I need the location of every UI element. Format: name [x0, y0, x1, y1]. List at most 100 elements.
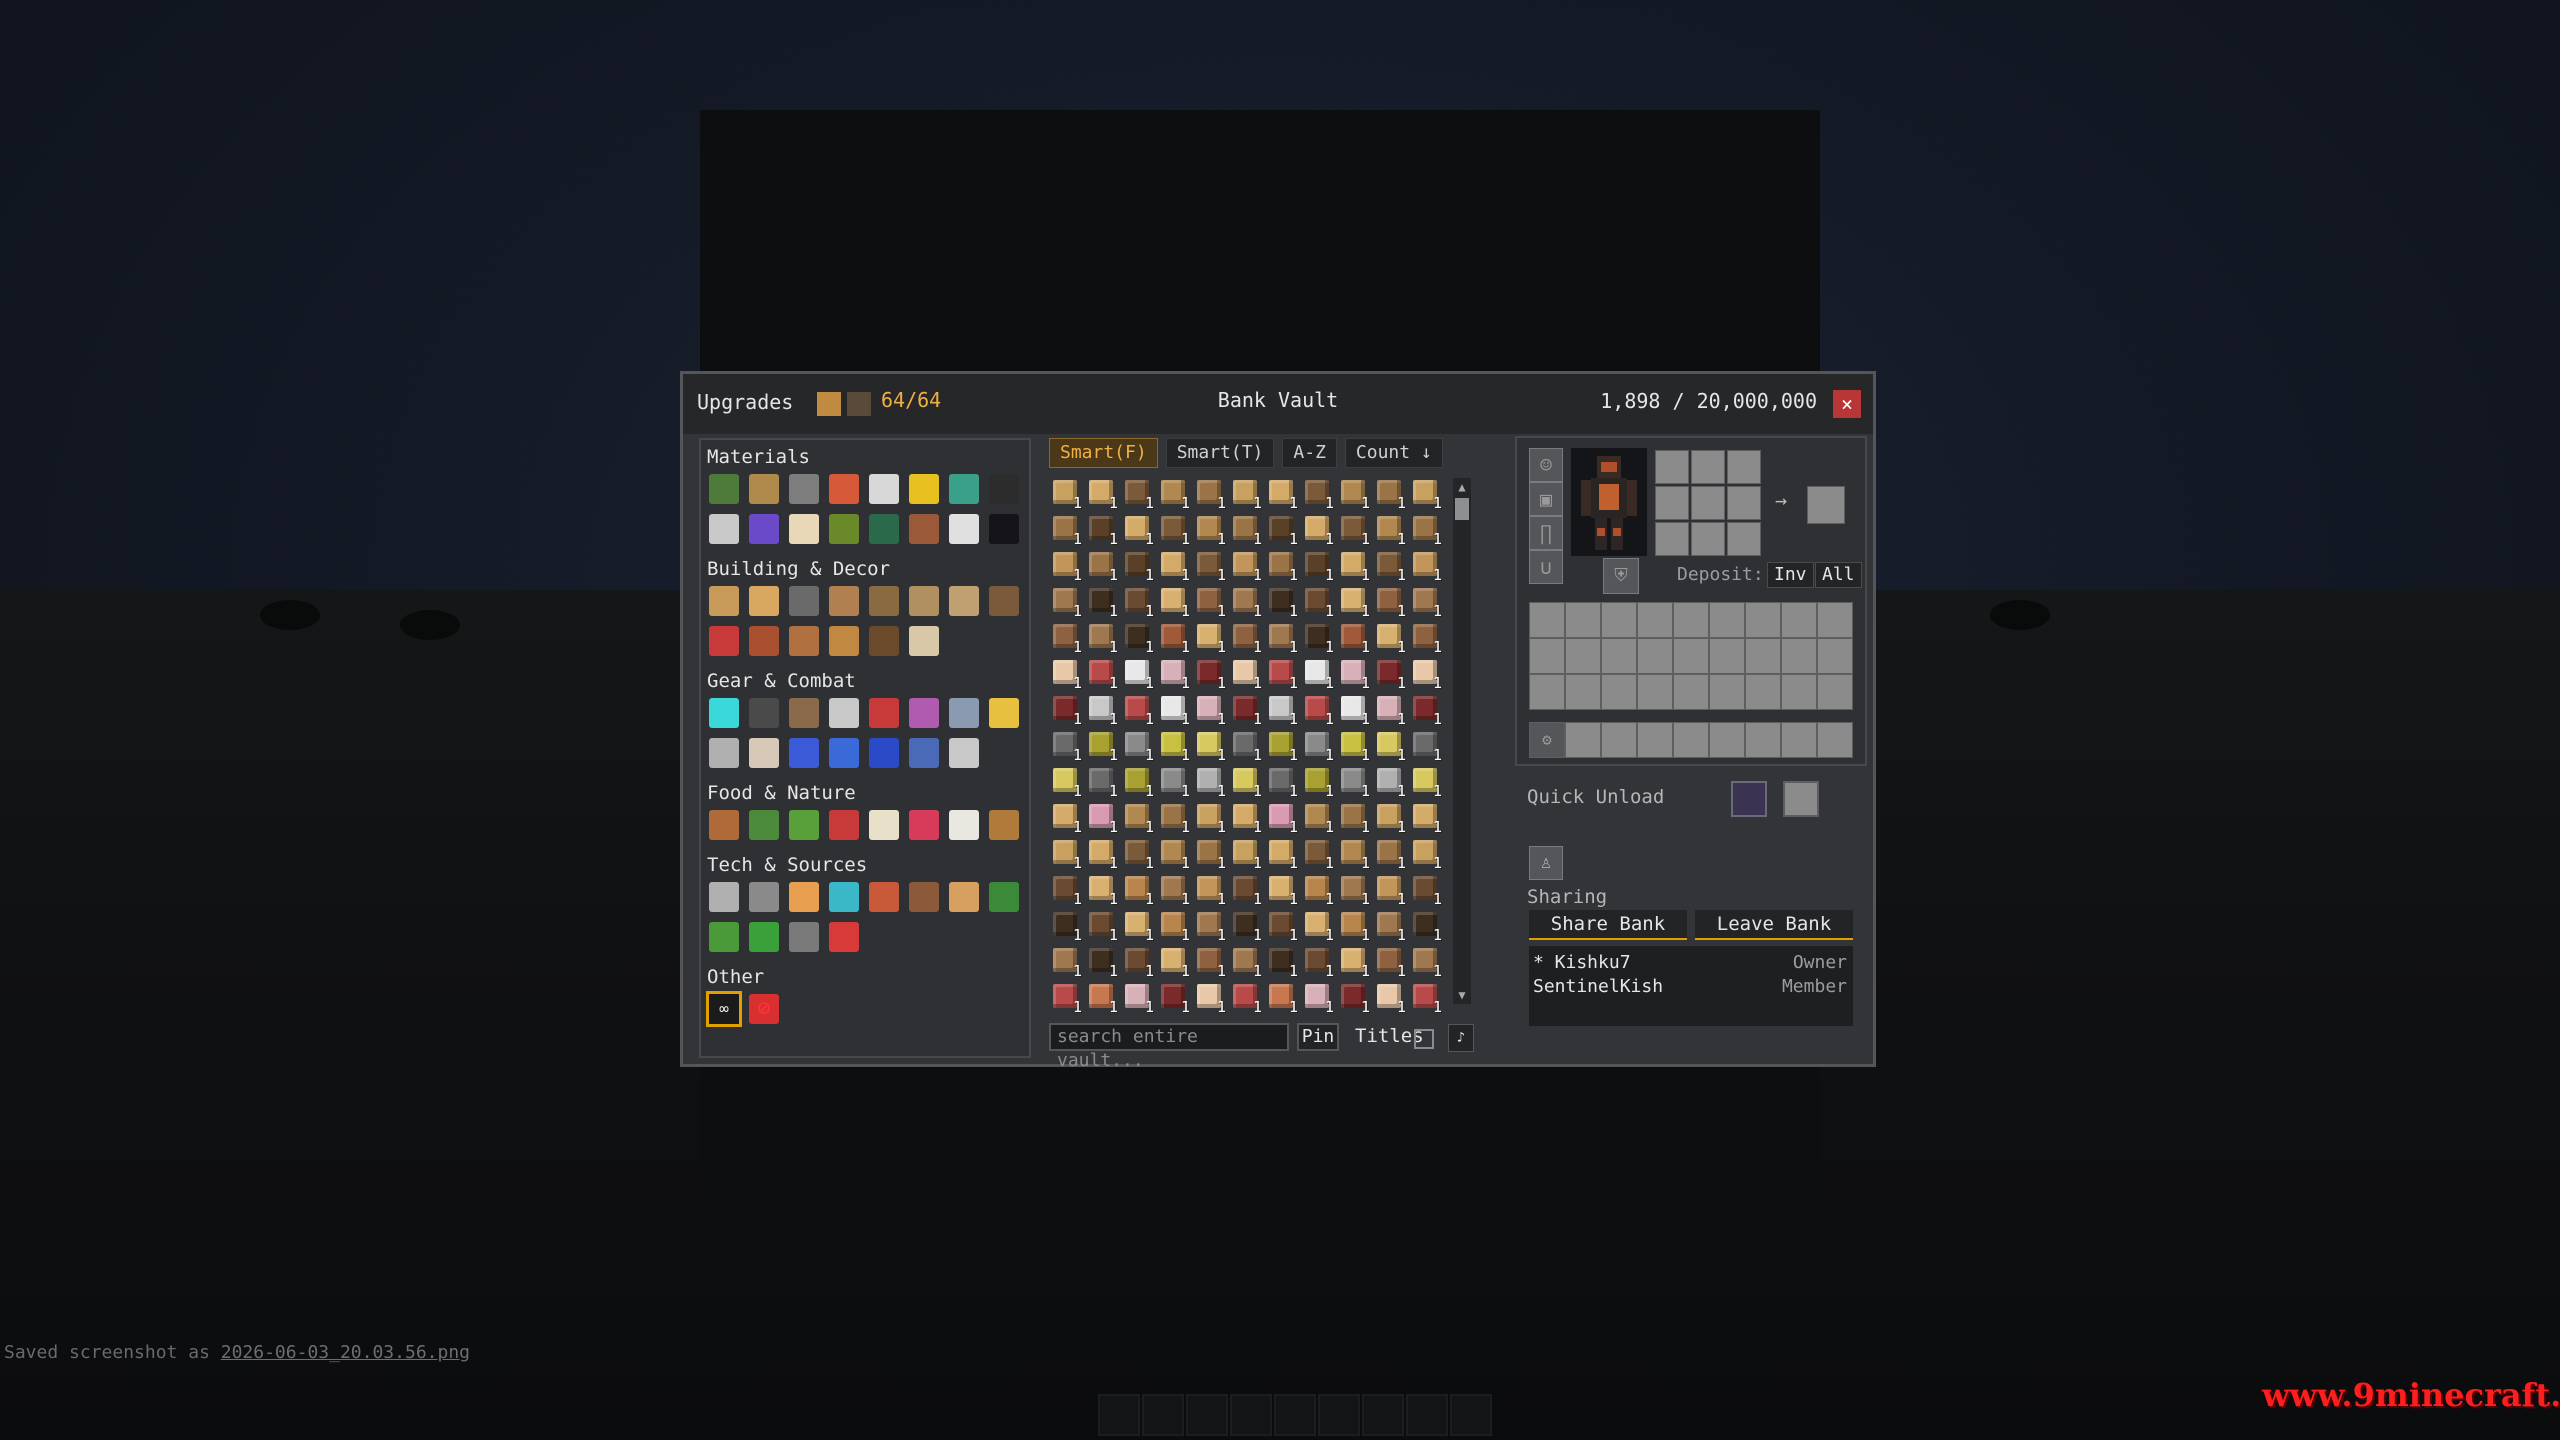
category-item-icon[interactable] [949, 738, 979, 768]
category-item-icon[interactable] [989, 810, 1019, 840]
vault-slot[interactable]: 1 [1085, 548, 1121, 584]
inventory-hotbar-slot[interactable] [1817, 722, 1853, 758]
category-item-icon[interactable] [789, 922, 819, 952]
pin-button[interactable]: Pin [1297, 1023, 1339, 1051]
vault-slot[interactable]: 1 [1337, 980, 1373, 1016]
vault-slot[interactable]: 1 [1121, 692, 1157, 728]
category-item-icon[interactable] [749, 882, 779, 912]
share-bank-button[interactable]: Share Bank [1529, 910, 1687, 940]
inventory-slot[interactable] [1817, 674, 1853, 710]
category-item-icon[interactable] [789, 738, 819, 768]
category-item-icon[interactable] [709, 738, 739, 768]
inventory-slot[interactable] [1565, 674, 1601, 710]
inventory-hotbar-slot[interactable] [1781, 722, 1817, 758]
vault-slot[interactable]: 1 [1409, 728, 1445, 764]
vault-slot[interactable]: 1 [1265, 584, 1301, 620]
vault-slot[interactable]: 1 [1121, 728, 1157, 764]
crafting-result-slot[interactable] [1807, 486, 1845, 524]
vault-slot[interactable]: 1 [1301, 476, 1337, 512]
inventory-hotbar-slot[interactable] [1709, 722, 1745, 758]
category-item-icon[interactable] [789, 882, 819, 912]
quick-unload-target-slot[interactable] [1783, 781, 1819, 817]
category-item-icon[interactable] [709, 514, 739, 544]
vault-slot[interactable]: 1 [1121, 548, 1157, 584]
chat-screenshot-link[interactable]: 2026-06-03_20.03.56.png [221, 1342, 470, 1363]
no-filter-icon[interactable]: ⊘ [749, 994, 779, 1024]
vault-slot[interactable]: 1 [1121, 872, 1157, 908]
vault-slot[interactable]: 1 [1409, 512, 1445, 548]
vault-slot[interactable]: 1 [1409, 476, 1445, 512]
inventory-slot[interactable] [1781, 674, 1817, 710]
member-row[interactable]: * Kishku7 Owner [1529, 952, 1853, 976]
vault-slot[interactable]: 1 [1301, 764, 1337, 800]
category-item-icon[interactable] [789, 698, 819, 728]
vault-slot[interactable]: 1 [1049, 548, 1085, 584]
vault-slot[interactable]: 1 [1157, 656, 1193, 692]
crafting-slot[interactable] [1655, 522, 1689, 556]
inventory-slot[interactable] [1745, 602, 1781, 638]
vault-slot[interactable]: 1 [1229, 800, 1265, 836]
vault-slot[interactable]: 1 [1373, 692, 1409, 728]
vault-slot[interactable]: 1 [1229, 512, 1265, 548]
vault-slot[interactable]: 1 [1265, 800, 1301, 836]
vault-slot[interactable]: 1 [1229, 764, 1265, 800]
vault-slot[interactable]: 1 [1337, 584, 1373, 620]
vault-slot[interactable]: 1 [1085, 908, 1121, 944]
vault-slot[interactable]: 1 [1337, 908, 1373, 944]
vault-slot[interactable]: 1 [1049, 620, 1085, 656]
quick-unload-shulker-slot[interactable] [1731, 781, 1767, 817]
vault-slot[interactable]: 1 [1193, 908, 1229, 944]
inventory-hotbar-slot[interactable] [1673, 722, 1709, 758]
category-item-icon[interactable] [989, 698, 1019, 728]
vault-slot[interactable]: 1 [1157, 872, 1193, 908]
inventory-slot[interactable] [1637, 602, 1673, 638]
vault-slot[interactable]: 1 [1121, 764, 1157, 800]
vault-slot[interactable]: 1 [1121, 476, 1157, 512]
vault-slot[interactable]: 1 [1301, 944, 1337, 980]
category-item-icon[interactable] [829, 882, 859, 912]
vault-slot[interactable]: 1 [1193, 584, 1229, 620]
vault-slot[interactable]: 1 [1229, 584, 1265, 620]
vault-search-input[interactable]: search entire vault... [1049, 1023, 1289, 1071]
vault-slot[interactable]: 1 [1085, 944, 1121, 980]
vault-slot[interactable]: 1 [1229, 656, 1265, 692]
vault-slot[interactable]: 1 [1157, 944, 1193, 980]
vault-slot[interactable]: 1 [1157, 980, 1193, 1016]
vault-slot[interactable]: 1 [1301, 800, 1337, 836]
close-button[interactable]: × [1833, 390, 1861, 418]
category-item-icon[interactable] [829, 810, 859, 840]
vault-slot[interactable]: 1 [1193, 656, 1229, 692]
category-item-icon[interactable] [909, 586, 939, 616]
vault-slot[interactable]: 1 [1085, 980, 1121, 1016]
vault-slot[interactable]: 1 [1337, 476, 1373, 512]
inventory-slot[interactable] [1637, 638, 1673, 674]
vault-slot[interactable]: 1 [1085, 512, 1121, 548]
vault-slot[interactable]: 1 [1373, 872, 1409, 908]
category-item-icon[interactable] [749, 698, 779, 728]
vault-slot[interactable]: 1 [1229, 548, 1265, 584]
vault-slot[interactable]: 1 [1373, 548, 1409, 584]
vault-slot[interactable]: 1 [1409, 692, 1445, 728]
category-item-icon[interactable] [869, 514, 899, 544]
vault-slot[interactable]: 1 [1373, 728, 1409, 764]
vault-slot[interactable]: 1 [1157, 476, 1193, 512]
scroll-up-icon[interactable]: ▲ [1453, 480, 1471, 494]
vault-slot[interactable]: 1 [1193, 548, 1229, 584]
vault-slot[interactable]: 1 [1301, 512, 1337, 548]
vault-slot[interactable]: 1 [1301, 836, 1337, 872]
vault-slot[interactable]: 1 [1049, 836, 1085, 872]
inventory-slot[interactable] [1745, 638, 1781, 674]
crafting-slot[interactable] [1691, 522, 1725, 556]
vault-slot[interactable]: 1 [1229, 908, 1265, 944]
category-item-icon[interactable] [789, 514, 819, 544]
category-item-icon[interactable] [829, 514, 859, 544]
vault-slot[interactable]: 1 [1265, 692, 1301, 728]
category-item-icon[interactable] [789, 626, 819, 656]
category-item-icon[interactable] [909, 474, 939, 504]
vault-slot[interactable]: 1 [1373, 764, 1409, 800]
vault-slot[interactable]: 1 [1049, 656, 1085, 692]
chestplate-slot-icon[interactable]: ▣ [1529, 482, 1563, 516]
vault-slot[interactable]: 1 [1373, 980, 1409, 1016]
inventory-slot[interactable] [1601, 638, 1637, 674]
vault-slot[interactable]: 1 [1373, 836, 1409, 872]
